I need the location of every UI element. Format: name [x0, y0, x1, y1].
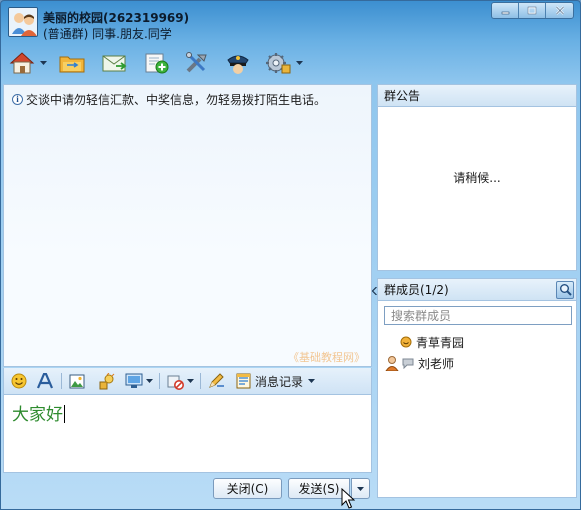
chevron-down-icon	[39, 61, 47, 65]
member-name: 青草青园	[416, 335, 465, 350]
send-image-button[interactable]	[67, 371, 87, 391]
group-security-button[interactable]	[223, 47, 253, 79]
minimize-button[interactable]	[492, 3, 519, 18]
pencil-icon	[208, 373, 224, 388]
announcement-header: 群公告	[378, 85, 576, 107]
group-mail-button[interactable]	[99, 47, 129, 79]
add-icon	[145, 53, 169, 74]
close-icon	[555, 6, 564, 15]
screenshot-dropdown-caret[interactable]	[145, 371, 154, 391]
home-icon	[9, 52, 35, 74]
tools-icon	[186, 52, 207, 73]
block-icon	[167, 375, 184, 390]
chevron-down-icon	[295, 61, 303, 65]
block-dropdown-caret[interactable]	[186, 371, 195, 391]
maximize-button[interactable]	[519, 3, 546, 18]
block-button[interactable]	[165, 371, 185, 391]
police-icon	[227, 55, 249, 74]
group-title: 美丽的校园(262319969)	[43, 11, 190, 25]
home-dropdown-caret[interactable]	[39, 59, 47, 67]
security-notice: i 交谈中请勿轻信汇款、中奖信息，勿轻易拨打陌生电话。	[12, 91, 326, 108]
search-icon	[559, 284, 572, 296]
message-history-pane[interactable]: i 交谈中请勿轻信汇款、中奖信息，勿轻易拨打陌生电话。 《基础教程网》	[3, 84, 372, 367]
message-input-text: 大家好	[12, 400, 65, 425]
smiley-icon	[11, 373, 27, 389]
close-button[interactable]: 关闭(C)	[213, 478, 282, 499]
announcement-panel: 群公告 请稍候...	[377, 84, 577, 271]
chevron-down-icon	[187, 379, 194, 383]
font-button[interactable]	[35, 371, 55, 391]
history-icon-button[interactable]	[233, 371, 253, 391]
toolbar-separator	[159, 373, 160, 389]
magic-icon	[99, 372, 114, 389]
chevron-down-icon	[357, 486, 364, 491]
input-toolbar: 消息记录	[3, 368, 372, 394]
share-folder-button[interactable]	[57, 47, 87, 79]
screenshot-icon	[125, 373, 143, 388]
text-caret	[64, 405, 65, 423]
members-title: 群成员(1/2)	[384, 283, 449, 297]
group-subtitle: (普通群) 同事.朋友.同学	[43, 27, 172, 41]
screenshot-button[interactable]	[124, 371, 144, 391]
minimize-icon	[501, 11, 509, 15]
group-home-button[interactable]	[7, 47, 37, 79]
member-item[interactable]: 青草青园	[400, 333, 464, 351]
add-activity-button[interactable]	[141, 47, 171, 79]
message-input[interactable]: 大家好	[3, 394, 372, 473]
message-history-button[interactable]: 消息记录	[255, 371, 316, 391]
announcement-title: 群公告	[384, 89, 421, 103]
magic-expression-button[interactable]	[96, 371, 116, 391]
settings-dropdown-caret[interactable]	[295, 59, 303, 67]
chat-bubble-icon	[402, 358, 414, 369]
watermark-text: 《基础教程网》	[288, 351, 365, 364]
security-notice-text: 交谈中请勿轻信汇款、中奖信息，勿轻易拨打陌生电话。	[26, 93, 327, 107]
close-window-button[interactable]	[546, 3, 573, 18]
chevron-down-icon	[308, 379, 316, 383]
group-tools-button[interactable]	[182, 47, 212, 79]
member-item[interactable]: 刘老师	[384, 354, 454, 372]
members-header: 群成员(1/2)	[378, 279, 576, 301]
emoji-button[interactable]	[9, 371, 29, 391]
toolbar-separator	[61, 373, 62, 389]
member-name: 刘老师	[418, 356, 455, 371]
chevron-down-icon	[146, 379, 153, 383]
mouse-cursor-icon	[341, 488, 355, 509]
members-panel: 群成员(1/2) 青草青园 刘老师	[377, 278, 577, 498]
image-icon	[69, 374, 85, 388]
admin-avatar-icon	[385, 356, 399, 371]
group-settings-button[interactable]	[263, 47, 293, 79]
member-search-input[interactable]	[384, 306, 572, 325]
maximize-icon	[527, 6, 537, 15]
mail-icon	[102, 55, 127, 72]
message-input-value: 大家好	[12, 405, 63, 425]
chat-window: 美丽的校园(262319969) (普通群) 同事.朋友.同学 i 交谈中请勿轻…	[0, 0, 581, 510]
folder-icon	[59, 56, 85, 73]
font-icon	[36, 373, 54, 389]
member-search-button[interactable]	[556, 280, 574, 299]
window-controls	[491, 2, 574, 19]
group-avatar[interactable]	[8, 7, 38, 37]
message-history-label: 消息记录	[255, 374, 304, 389]
toolbar-separator	[200, 373, 201, 389]
announcement-loading-text: 请稍候...	[453, 171, 501, 185]
member-status-icon	[400, 336, 412, 348]
history-icon	[236, 373, 250, 389]
info-icon: i	[12, 94, 23, 105]
edit-button[interactable]	[206, 371, 226, 391]
settings-icon	[266, 53, 291, 74]
